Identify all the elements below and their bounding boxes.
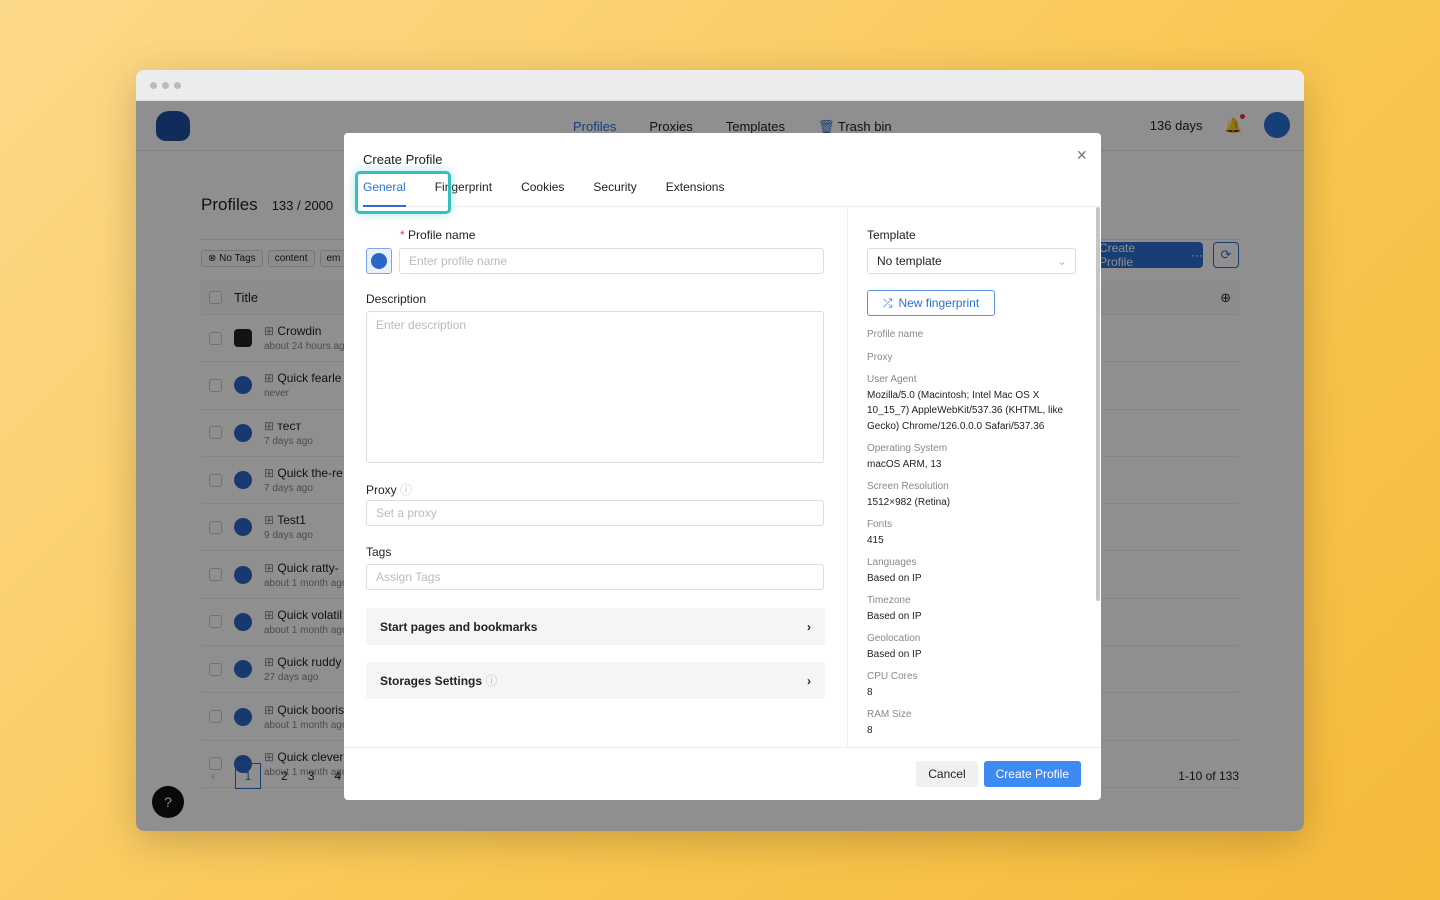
scrollbar[interactable]: [1096, 207, 1100, 601]
title-bar: [136, 70, 1304, 101]
description-textarea[interactable]: Enter description: [366, 311, 824, 463]
profile-name-label: * Profile name: [400, 228, 476, 242]
tab-highlight: [355, 171, 451, 214]
info-icon: ⓘ: [400, 483, 413, 497]
modal-title: Create Profile: [363, 152, 443, 167]
summary-key: Fonts: [867, 519, 893, 530]
template-select[interactable]: No template ⌄: [867, 248, 1076, 274]
summary-key: Screen Resolution: [867, 481, 949, 492]
close-icon[interactable]: ×: [1076, 145, 1087, 166]
summary-key: RAM Size: [867, 709, 912, 720]
tab-cookies[interactable]: Cookies: [521, 180, 564, 206]
info-icon: ⓘ: [485, 674, 498, 688]
template-label: Template: [867, 228, 916, 242]
chevron-down-icon: ⌄: [1056, 254, 1067, 268]
chevron-right-icon: ›: [807, 619, 811, 634]
summary-value: Based on IP: [867, 572, 922, 584]
summary-value: 1512×982 (Retina): [867, 496, 951, 508]
proxy-input[interactable]: Set a proxy: [366, 500, 824, 526]
description-label: Description: [366, 292, 427, 306]
new-fingerprint-button[interactable]: ⤮ New fingerprint: [867, 290, 995, 316]
summary-key: Timezone: [867, 595, 911, 606]
summary-value: 8: [867, 686, 873, 698]
summary-key: User Agent: [867, 374, 917, 385]
summary-key: Languages: [867, 557, 917, 568]
summary-value: Mozilla/5.0 (Macintosh; Intel Mac OS X 1…: [867, 389, 1064, 432]
summary-value: Based on IP: [867, 648, 922, 660]
storages-section[interactable]: Storages Settings ⓘ ›: [366, 662, 825, 699]
tab-security[interactable]: Security: [593, 180, 636, 206]
create-profile-submit-button[interactable]: Create Profile: [983, 761, 1081, 787]
cancel-button[interactable]: Cancel: [916, 761, 978, 787]
summary-value: macOS ARM, 13: [867, 458, 942, 470]
profile-name-input[interactable]: Enter profile name: [399, 248, 824, 274]
shuffle-icon: ⤮: [882, 295, 893, 310]
tab-extensions[interactable]: Extensions: [666, 180, 725, 206]
tags-input[interactable]: Assign Tags: [366, 564, 824, 590]
create-profile-modal: Create Profile × General Fingerprint Coo…: [344, 133, 1101, 800]
proxy-label: Proxy ⓘ: [366, 483, 413, 497]
summary-key: Profile name: [867, 329, 924, 340]
profile-icon-picker[interactable]: [366, 248, 392, 274]
fingerprint-summary: Template No template ⌄ ⤮ New fingerprint P…: [847, 207, 1101, 747]
summary-key: Proxy: [867, 351, 893, 363]
tags-label: Tags: [366, 545, 392, 559]
summary-value: 415: [867, 534, 884, 546]
summary-key: Operating System: [867, 443, 948, 454]
summary-key: CPU Cores: [867, 671, 918, 682]
summary-key: Geolocation: [867, 633, 921, 644]
summary-value: Based on IP: [867, 610, 922, 622]
summary-value: 8: [867, 724, 873, 736]
chevron-right-icon: ›: [807, 673, 811, 688]
start-pages-section[interactable]: Start pages and bookmarks ›: [366, 608, 825, 645]
